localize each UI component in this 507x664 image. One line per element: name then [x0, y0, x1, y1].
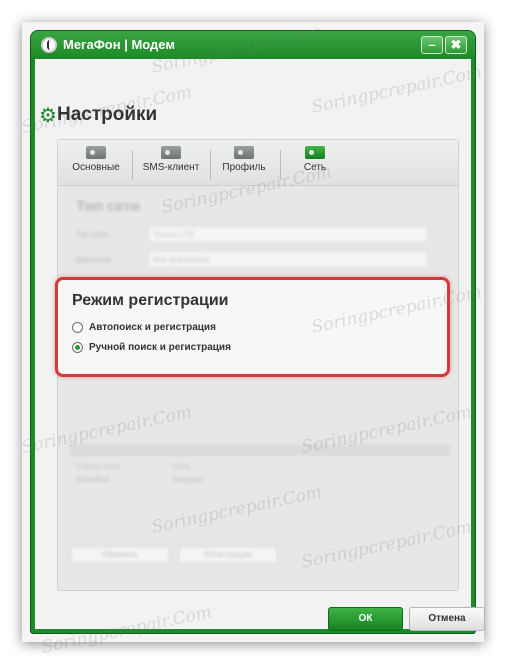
option-label: Автопоиск и регистрация	[89, 322, 216, 333]
settings-gear-icon: ⚙	[39, 105, 57, 127]
registration-mode-group: Режим регистрации Автопоиск и регистраци…	[55, 277, 450, 377]
settings-tabs: Основные SMS-клиент Профиль Сеть	[58, 140, 458, 186]
blurred-heading: Тип сети	[76, 198, 141, 215]
tab-label: Профиль	[222, 162, 266, 173]
window-title: МегаФон | Модем	[63, 37, 175, 52]
gear-card-icon	[86, 146, 106, 159]
megafon-logo-icon	[41, 37, 57, 53]
cancel-button[interactable]: Отмена	[409, 607, 485, 631]
gear-card-icon	[234, 146, 254, 159]
gear-card-icon	[161, 146, 181, 159]
tab-divider	[210, 150, 211, 180]
page-title: Настройки	[57, 104, 158, 125]
ok-button[interactable]: ОК	[328, 607, 403, 631]
tab-divider	[132, 150, 133, 180]
close-button[interactable]: ✖	[445, 36, 467, 54]
registration-mode-title: Режим регистрации	[72, 292, 229, 309]
option-label: Ручной поиск и регистрация	[89, 342, 231, 353]
option-manual-search[interactable]: Ручной поиск и регистрация	[72, 342, 231, 353]
radio-unchecked-icon[interactable]	[72, 322, 83, 333]
blurred-row: Тип сети Только LTE	[68, 223, 450, 245]
option-auto-search[interactable]: Автопоиск и регистрация	[72, 322, 216, 333]
tab-sms-client[interactable]: SMS-клиент	[138, 146, 204, 184]
tab-basic[interactable]: Основные	[68, 146, 124, 184]
title-bar[interactable]: МегаФон | Модем – ✖	[31, 31, 475, 59]
blurred-buttons: Обновить Регистрация	[70, 546, 278, 564]
blurred-network-list: Статус сети Сеть МегаФон Текущая	[70, 444, 450, 534]
tab-divider	[280, 150, 281, 180]
network-card-icon	[305, 146, 325, 159]
tab-network[interactable]: Сеть	[290, 146, 340, 184]
tab-profile[interactable]: Профиль	[216, 146, 272, 184]
minimize-button[interactable]: –	[421, 36, 443, 54]
tab-label: Основные	[72, 162, 120, 173]
tab-label: Сеть	[303, 162, 327, 173]
tab-label: SMS-клиент	[142, 162, 200, 173]
blurred-row: Диапазон Все диапазоны	[68, 248, 450, 270]
radio-checked-icon[interactable]	[72, 342, 83, 353]
